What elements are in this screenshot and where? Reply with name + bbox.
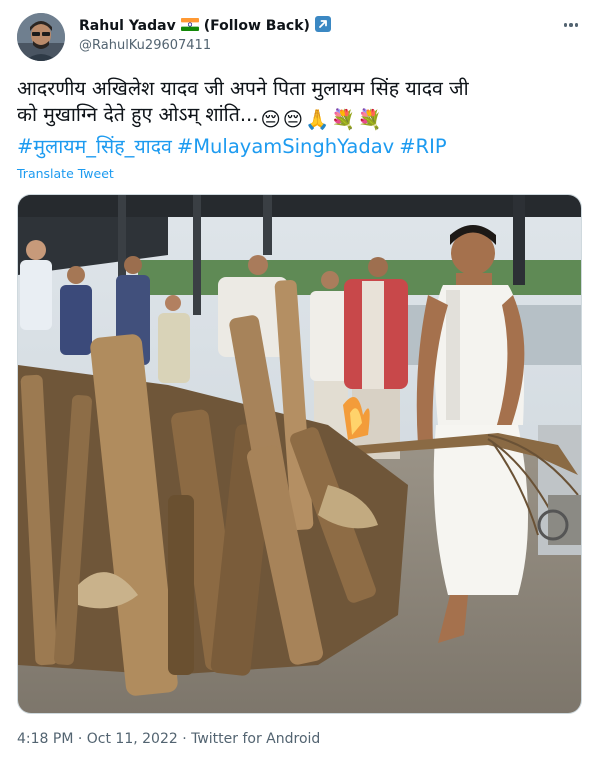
hashtag-link[interactable]: #मुलायम_सिंह_यादव: [17, 135, 172, 158]
tweet-text-line-2-text: को मुखाग्नि देते हुए ओऽम् शांति...: [17, 103, 259, 126]
india-flag-icon: [180, 17, 199, 35]
pensive-face-emoji: 😔: [282, 108, 304, 131]
more-options-icon[interactable]: [560, 18, 582, 32]
tweet-text-line-1: आदरणीय अखिलेश यादव जी अपने पिता मुलायम स…: [17, 77, 469, 100]
author-name-row[interactable]: Rahul Yadav (Follow Back): [79, 16, 331, 36]
author-handle[interactable]: @RahulKu29607411: [79, 38, 211, 53]
follow-back-label: (Follow Back): [203, 18, 310, 34]
bouquet-emoji: 💐: [331, 108, 356, 131]
hashtag-link[interactable]: #RIP: [399, 135, 446, 158]
bouquet-emoji: 💐: [357, 108, 382, 131]
tweet-card: Rahul Yadav (Follow Back) @RahulKu296074…: [0, 0, 595, 764]
tweet-timestamp-source[interactable]: 4:18 PM · Oct 11, 2022 · Twitter for And…: [17, 731, 320, 747]
avatar[interactable]: [17, 13, 65, 61]
tweet-text: आदरणीय अखिलेश यादव जी अपने पिता मुलायम स…: [17, 76, 582, 133]
arrow-up-right-icon: [314, 16, 331, 36]
folded-hands-emoji: 🙏: [305, 108, 330, 131]
translate-tweet-link[interactable]: Translate Tweet: [17, 166, 114, 181]
hashtags: #मुलायम_सिंह_यादव #MulayamSinghYadav #RIP: [17, 134, 452, 160]
author-name[interactable]: Rahul Yadav: [79, 18, 176, 34]
pensive-face-emoji: 😔: [260, 108, 281, 131]
tweet-photo[interactable]: [17, 194, 582, 714]
hashtag-link[interactable]: #MulayamSinghYadav: [177, 135, 394, 158]
tweet-text-line-2: को मुखाग्नि देते हुए ओऽम् शांति... 😔 😔 🙏 💐 💐: [17, 102, 582, 133]
